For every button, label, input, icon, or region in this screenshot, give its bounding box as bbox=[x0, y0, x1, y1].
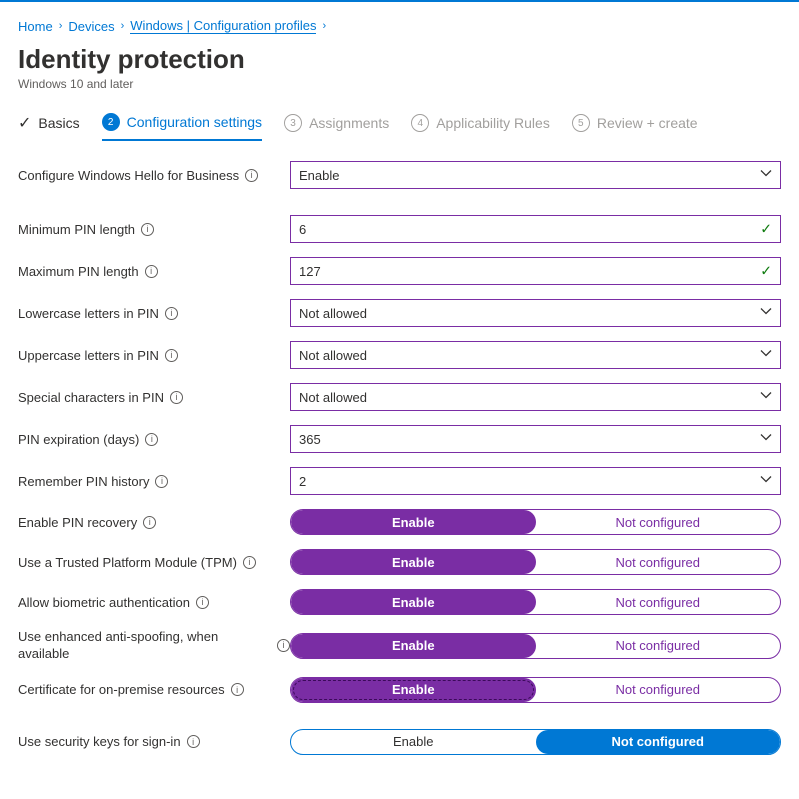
label-seckeys: Use security keys for sign-in i bbox=[18, 734, 290, 749]
breadcrumb-home[interactable]: Home bbox=[18, 19, 53, 34]
toggle-biometric[interactable]: Enable Not configured bbox=[290, 589, 781, 615]
info-icon[interactable]: i bbox=[165, 307, 178, 320]
wizard-step-review[interactable]: 5 Review + create bbox=[572, 114, 698, 140]
breadcrumb-profiles[interactable]: Windows | Configuration profiles bbox=[130, 18, 316, 34]
select-lowercase[interactable]: Not allowed bbox=[290, 299, 781, 327]
toggle-option-enable[interactable]: Enable bbox=[291, 550, 536, 574]
label-min-pin: Minimum PIN length i bbox=[18, 222, 290, 237]
wizard-steps: ✓ Basics 2 Configuration settings 3 Assi… bbox=[18, 113, 781, 141]
toggle-option-notconfigured[interactable]: Not configured bbox=[536, 634, 781, 658]
wizard-step-applicability[interactable]: 4 Applicability Rules bbox=[411, 114, 550, 140]
info-icon[interactable]: i bbox=[243, 556, 256, 569]
select-expiration[interactable]: 365 bbox=[290, 425, 781, 453]
info-icon[interactable]: i bbox=[231, 683, 244, 696]
chevron-down-icon bbox=[760, 348, 772, 363]
label-antispoof: Use enhanced anti-spoofing, when availab… bbox=[18, 629, 290, 663]
toggle-option-enable[interactable]: Enable bbox=[291, 634, 536, 658]
toggle-pin-recovery[interactable]: Enable Not configured bbox=[290, 509, 781, 535]
label-biometric: Allow biometric authentication i bbox=[18, 595, 290, 610]
info-icon[interactable]: i bbox=[170, 391, 183, 404]
info-icon[interactable]: i bbox=[187, 735, 200, 748]
step-number-icon: 2 bbox=[102, 113, 120, 131]
label-recovery: Enable PIN recovery i bbox=[18, 515, 290, 530]
select-whfb[interactable]: Enable bbox=[290, 161, 781, 189]
label-special: Special characters in PIN i bbox=[18, 390, 290, 405]
toggle-option-notconfigured[interactable]: Not configured bbox=[536, 550, 781, 574]
page-title: Identity protection bbox=[18, 44, 781, 75]
wizard-step-basics[interactable]: ✓ Basics bbox=[18, 113, 80, 141]
wizard-step-label: Applicability Rules bbox=[436, 115, 550, 131]
breadcrumb: Home › Devices › Windows | Configuration… bbox=[18, 14, 781, 44]
info-icon[interactable]: i bbox=[145, 265, 158, 278]
toggle-option-enable[interactable]: Enable bbox=[291, 730, 536, 754]
checkmark-icon: ✓ bbox=[760, 221, 772, 238]
info-icon[interactable]: i bbox=[165, 349, 178, 362]
chevron-down-icon bbox=[760, 432, 772, 447]
toggle-antispoof[interactable]: Enable Not configured bbox=[290, 633, 781, 659]
chevron-down-icon bbox=[760, 306, 772, 321]
toggle-tpm[interactable]: Enable Not configured bbox=[290, 549, 781, 575]
chevron-right-icon: › bbox=[59, 20, 63, 32]
chevron-right-icon: › bbox=[121, 20, 125, 32]
wizard-step-label: Basics bbox=[38, 115, 79, 131]
info-icon[interactable]: i bbox=[145, 433, 158, 446]
info-icon[interactable]: i bbox=[141, 223, 154, 236]
label-expiration: PIN expiration (days) i bbox=[18, 432, 290, 447]
info-icon[interactable]: i bbox=[196, 596, 209, 609]
breadcrumb-devices[interactable]: Devices bbox=[68, 19, 114, 34]
label-max-pin: Maximum PIN length i bbox=[18, 264, 290, 279]
select-special[interactable]: Not allowed bbox=[290, 383, 781, 411]
toggle-security-keys[interactable]: Enable Not configured bbox=[290, 729, 781, 755]
label-uppercase: Uppercase letters in PIN i bbox=[18, 348, 290, 363]
toggle-option-notconfigured[interactable]: Not configured bbox=[536, 730, 781, 754]
step-number-icon: 4 bbox=[411, 114, 429, 132]
toggle-option-notconfigured[interactable]: Not configured bbox=[536, 590, 781, 614]
chevron-right-icon: › bbox=[322, 20, 326, 32]
checkmark-icon: ✓ bbox=[760, 263, 772, 280]
select-uppercase[interactable]: Not allowed bbox=[290, 341, 781, 369]
info-icon[interactable]: i bbox=[277, 639, 290, 652]
wizard-step-assignments[interactable]: 3 Assignments bbox=[284, 114, 389, 140]
select-history[interactable]: 2 bbox=[290, 467, 781, 495]
step-number-icon: 3 bbox=[284, 114, 302, 132]
wizard-step-config[interactable]: 2 Configuration settings bbox=[102, 113, 262, 141]
check-icon: ✓ bbox=[18, 113, 31, 133]
info-icon[interactable]: i bbox=[143, 516, 156, 529]
label-tpm: Use a Trusted Platform Module (TPM) i bbox=[18, 555, 290, 570]
toggle-option-enable[interactable]: Enable bbox=[291, 590, 536, 614]
step-number-icon: 5 bbox=[572, 114, 590, 132]
chevron-down-icon bbox=[760, 474, 772, 489]
label-lowercase: Lowercase letters in PIN i bbox=[18, 306, 290, 321]
wizard-step-label: Review + create bbox=[597, 115, 698, 131]
chevron-down-icon bbox=[760, 168, 772, 183]
info-icon[interactable]: i bbox=[245, 169, 258, 182]
toggle-option-notconfigured[interactable]: Not configured bbox=[536, 678, 781, 702]
chevron-down-icon bbox=[760, 390, 772, 405]
label-whfb: Configure Windows Hello for Business i bbox=[18, 168, 290, 183]
label-cert: Certificate for on-premise resources i bbox=[18, 682, 290, 697]
label-history: Remember PIN history i bbox=[18, 474, 290, 489]
toggle-option-notconfigured[interactable]: Not configured bbox=[536, 510, 781, 534]
toggle-option-enable[interactable]: Enable bbox=[291, 678, 536, 702]
wizard-step-label: Assignments bbox=[309, 115, 389, 131]
info-icon[interactable]: i bbox=[155, 475, 168, 488]
page-subtitle: Windows 10 and later bbox=[18, 77, 781, 91]
toggle-cert[interactable]: Enable Not configured bbox=[290, 677, 781, 703]
toggle-option-enable[interactable]: Enable bbox=[291, 510, 536, 534]
input-min-pin[interactable]: 6 ✓ bbox=[290, 215, 781, 243]
input-max-pin[interactable]: 127 ✓ bbox=[290, 257, 781, 285]
wizard-step-label: Configuration settings bbox=[127, 114, 262, 130]
